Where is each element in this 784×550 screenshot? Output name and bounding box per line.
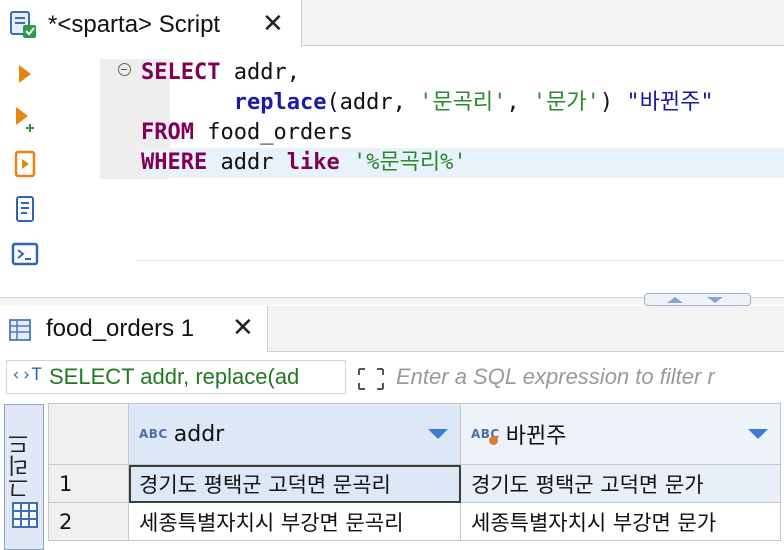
sql-string: '문곡리' [419,90,507,115]
result-tab-bar: food_orders 1 ✕ [0,306,784,353]
sql-text: addr [207,150,287,175]
table-grid-icon [9,319,31,341]
computed-column-dot-icon [489,436,498,445]
sql-text: addr, [220,60,300,85]
execute-in-new-tab-button[interactable] [8,102,42,136]
row-number[interactable]: 1 [48,464,129,503]
results-tab-title: food_orders 1 [46,315,195,342]
column-name: 바뀐주 [505,424,567,449]
execute-in-new-tab-icon [16,107,34,132]
grid-view-tab-label: 그리드 [8,433,33,499]
restore-down-icon[interactable] [707,297,723,303]
sql-editor[interactable]: SELECT addr, replace(addr, '문곡리', '문가') … [50,47,784,297]
string-expression-type-icon: ABC [471,427,500,445]
sql-space [340,150,353,175]
column-header-addr[interactable]: ABC addr [128,403,461,465]
grid-view-icon[interactable] [11,501,39,529]
explain-plan-button[interactable] [8,192,42,226]
explain-plan-icon [16,196,34,222]
table-cell[interactable]: 경기도 평택군 고덕면 문가 [460,464,781,503]
sql-alias: "바뀐주" [626,90,714,115]
divider [136,260,784,261]
table-cell[interactable]: 경기도 평택군 고덕면 문곡리 [128,464,461,503]
sql-string: '문가' [532,90,600,115]
row-number[interactable]: 2 [48,502,129,541]
results-tab[interactable]: food_orders 1 ✕ [0,306,268,353]
string-type-icon: ABC [139,427,168,441]
sql-keyword: WHERE [141,150,208,175]
table-row[interactable]: 2 세종특별자치시 부강면 문곡리 세종특별자치시 부강면 문가 [48,502,781,541]
close-icon[interactable]: ✕ [232,314,254,342]
column-header-changed[interactable]: ABC 바뀐주 [460,403,781,465]
fold-collapse-icon[interactable] [118,63,131,76]
sql-string: '%문곡리%' [352,150,467,175]
table-cell[interactable]: 세종특별자치시 부강면 문가 [460,502,781,541]
terminal-icon [11,242,39,266]
sql-line-2: replace(addr, '문곡리', '문가') "바뀐주" [141,88,714,118]
execute-statement-icon [19,65,31,83]
sql-keyword: like [286,150,340,175]
sql-editor-toolbar [0,47,50,297]
filter-bar: ‹›T SELECT addr, replace(ad Enter a SQL … [0,352,784,400]
sql-indent [141,90,234,115]
sort-dropdown-icon[interactable] [748,429,768,439]
query-text-field[interactable]: ‹›T SELECT addr, replace(ad [6,360,346,394]
sort-dropdown-icon[interactable] [428,429,448,439]
column-name: addr [173,421,225,447]
query-text: SELECT addr, replace(ad [49,364,300,389]
script-tab-title: *<sparta> Script [48,11,221,38]
row-number-header[interactable] [48,403,129,465]
sql-query-icon: ‹›T [11,365,42,385]
close-icon[interactable]: ✕ [262,10,284,38]
sql-line-4: WHERE addr like '%문곡리%' [141,148,784,178]
table-cell[interactable]: 세종특별자치시 부강면 문곡리 [128,502,461,541]
sql-keyword: FROM [141,120,194,145]
table-row[interactable]: 1 경기도 평택군 고덕면 문곡리 경기도 평택군 고덕면 문가 [48,464,781,503]
editor-tab-bar: *<sparta> Script ✕ [0,0,784,47]
execute-statement-button[interactable] [8,57,42,91]
results-table: ABC addr ABC 바뀐주 1 경기도 평택군 고덕면 문곡리 경기도 평… [48,403,781,541]
results-panel: 그리드 ABC addr ABC 바뀐주 1 경기도 평택군 고덕면 문곡리 경… [0,400,784,550]
expand-icon[interactable] [356,366,386,392]
sql-text: , [506,90,533,115]
script-tab[interactable]: *<sparta> Script ✕ [0,0,302,47]
sql-keyword: SELECT [141,60,221,85]
sql-text: food_orders [193,120,353,145]
execute-script-button[interactable] [8,147,42,181]
filter-placeholder: Enter a SQL expression to filter r [396,364,715,389]
sql-text: (addr, [326,90,420,115]
maximize-restore-handle[interactable] [644,293,751,306]
sql-function: replace [233,90,327,115]
sql-line-1: SELECT addr, [141,58,300,88]
view-mode-tabs[interactable]: 그리드 [4,404,44,550]
sql-line-3: FROM food_orders [141,118,353,148]
filter-expression-input[interactable]: Enter a SQL expression to filter r [392,360,784,394]
execute-script-icon [14,150,36,178]
sql-text: ) [599,90,627,115]
maximize-up-icon[interactable] [667,297,683,303]
terminal-button[interactable] [8,237,42,271]
script-connection-icon [10,11,36,38]
table-header-row: ABC addr ABC 바뀐주 [48,403,781,465]
